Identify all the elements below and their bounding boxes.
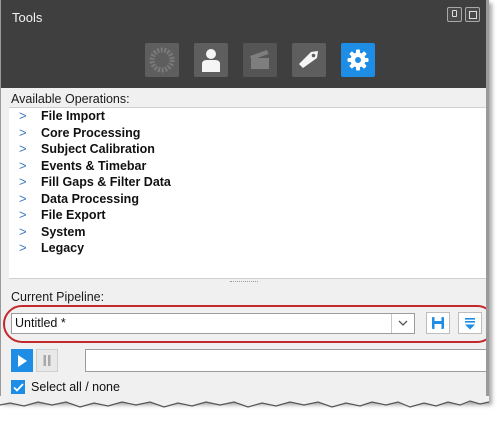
chevron-right-icon: >	[19, 141, 27, 156]
operation-group-label: Events & Timebar	[41, 158, 147, 173]
chevron-right-icon: >	[19, 190, 27, 206]
subject-icon	[202, 49, 220, 72]
operation-group[interactable]: > System	[9, 223, 486, 241]
capture-tool-button[interactable]	[243, 43, 277, 77]
operation-group[interactable]: > File Export	[9, 207, 486, 224]
chevron-right-icon: >	[19, 157, 27, 173]
pause-button[interactable]	[36, 349, 58, 372]
operation-group-label: Core Processing	[41, 125, 141, 140]
operation-group-label: System	[41, 224, 86, 239]
title-bar: Tools	[1, 0, 486, 88]
operation-group-label: Fill Gaps & Filter Data	[41, 175, 171, 189]
play-icon	[18, 354, 27, 367]
hardware-icon	[149, 47, 175, 73]
chevron-right-icon: >	[19, 174, 27, 189]
tool-mode-bar	[145, 43, 375, 77]
operation-group[interactable]: > Subject Calibration	[9, 141, 486, 158]
processing-tool-button[interactable]	[341, 43, 375, 77]
operation-group-label: Subject Calibration	[41, 142, 155, 156]
pipeline-progress-bar	[85, 349, 486, 372]
operation-group[interactable]: > Core Processing	[9, 124, 486, 142]
select-all-checkbox[interactable]: Select all / none	[11, 380, 120, 394]
panel-splitter[interactable]	[1, 277, 486, 287]
operation-group-label: Legacy	[41, 241, 85, 255]
chevron-right-icon: >	[19, 124, 27, 140]
operation-group[interactable]: > Fill Gaps & Filter Data	[9, 174, 486, 191]
gear-icon	[347, 49, 369, 71]
hardware-tool-button[interactable]	[145, 43, 179, 77]
chevron-right-icon: >	[19, 240, 27, 255]
label-tool-button[interactable]	[292, 43, 326, 77]
operation-group[interactable]: > Events & Timebar	[9, 157, 486, 175]
current-pipeline-label: Current Pipeline:	[11, 290, 105, 304]
operations-list: > File Import > Core Processing > Subjec…	[9, 107, 486, 279]
pipeline-highlight-callout	[3, 305, 486, 343]
available-operations-label: Available Operations:	[11, 92, 130, 106]
operation-group-label: File Export	[41, 208, 106, 222]
operation-group[interactable]: > Data Processing	[9, 190, 486, 208]
torn-edge	[0, 396, 490, 408]
checkbox-checked-icon	[11, 380, 25, 394]
chevron-right-icon: >	[19, 108, 27, 123]
operation-group[interactable]: > Legacy	[9, 240, 486, 257]
chevron-right-icon: >	[19, 223, 27, 239]
subject-tool-button[interactable]	[194, 43, 228, 77]
operation-group[interactable]: > File Import	[9, 108, 486, 125]
operation-group-label: Data Processing	[41, 191, 139, 206]
clapperboard-icon	[250, 50, 269, 69]
chevron-right-icon: >	[19, 207, 27, 222]
label-tag-icon	[299, 51, 318, 68]
float-window-icon[interactable]	[465, 7, 480, 22]
operation-group-label: File Import	[41, 109, 105, 123]
play-button[interactable]	[11, 349, 33, 372]
panel-title: Tools	[12, 10, 43, 25]
pin-icon[interactable]	[447, 7, 462, 22]
tools-panel: Tools Available Operations: > File Impor…	[0, 0, 489, 402]
select-all-label: Select all / none	[31, 380, 120, 394]
pause-icon	[43, 355, 51, 366]
